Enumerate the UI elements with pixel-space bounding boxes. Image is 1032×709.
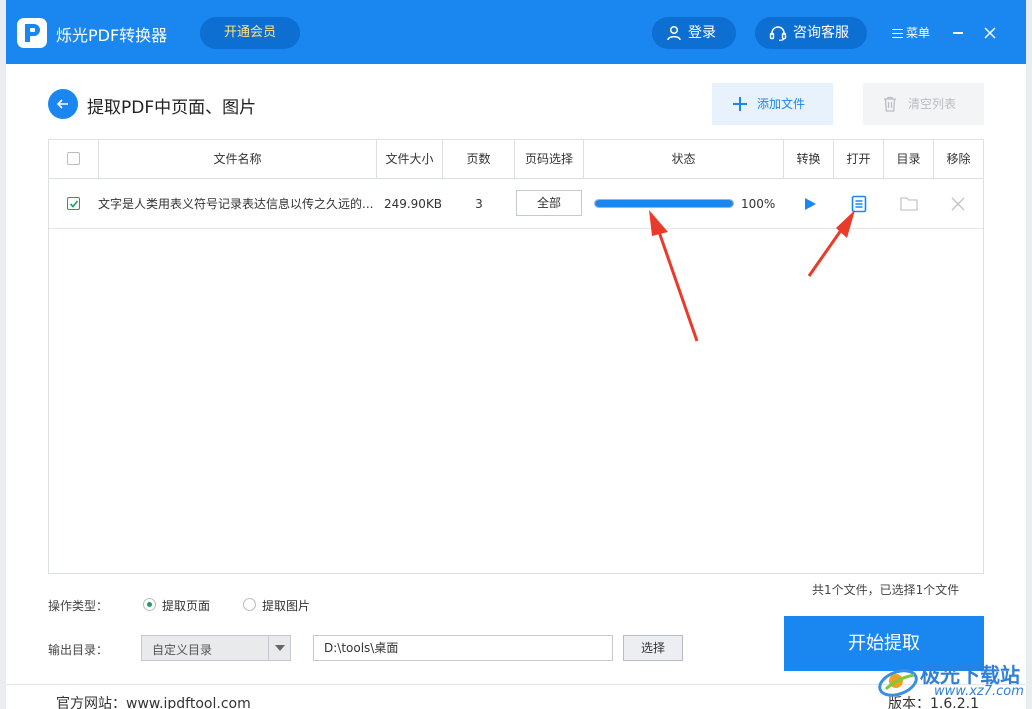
chevron-down-icon[interactable]: [268, 636, 290, 660]
radio-extract-images[interactable]: [243, 598, 256, 611]
watermark-url: www.xz7.com: [934, 684, 1024, 699]
radio-extract-pages[interactable]: [143, 598, 156, 611]
selection-summary: 共1个文件，已选择1个文件: [812, 583, 960, 597]
annotation-arrow-open: [807, 210, 855, 277]
app-window: 烁光PDF转换器 开通会员 登录 咨询客服 菜单 提取PDF中页面、图片 添加文…: [6, 0, 1026, 709]
watermark-icon: [878, 669, 918, 697]
output-dir-label: 输出目录：: [48, 643, 109, 657]
choose-dir-button[interactable]: 选择: [623, 635, 683, 661]
output-mode-value: 自定义目录: [152, 643, 213, 657]
radio-extract-images-label[interactable]: 提取图片: [262, 597, 310, 614]
radio-extract-pages-label[interactable]: 提取页面: [162, 597, 210, 614]
output-mode-select[interactable]: 自定义目录: [141, 635, 291, 661]
footer-divider: [6, 684, 1026, 685]
website-link[interactable]: 官方网站：www.ipdftool.com: [56, 693, 251, 709]
annotation-arrows: [649, 210, 855, 342]
operation-type-label: 操作类型：: [48, 599, 109, 613]
watermark-logo: 极光下载站 www.xz7.com: [876, 655, 1026, 707]
annotation-arrow-progress: [649, 210, 699, 342]
output-path-input[interactable]: D:\tools\桌面: [313, 635, 613, 661]
